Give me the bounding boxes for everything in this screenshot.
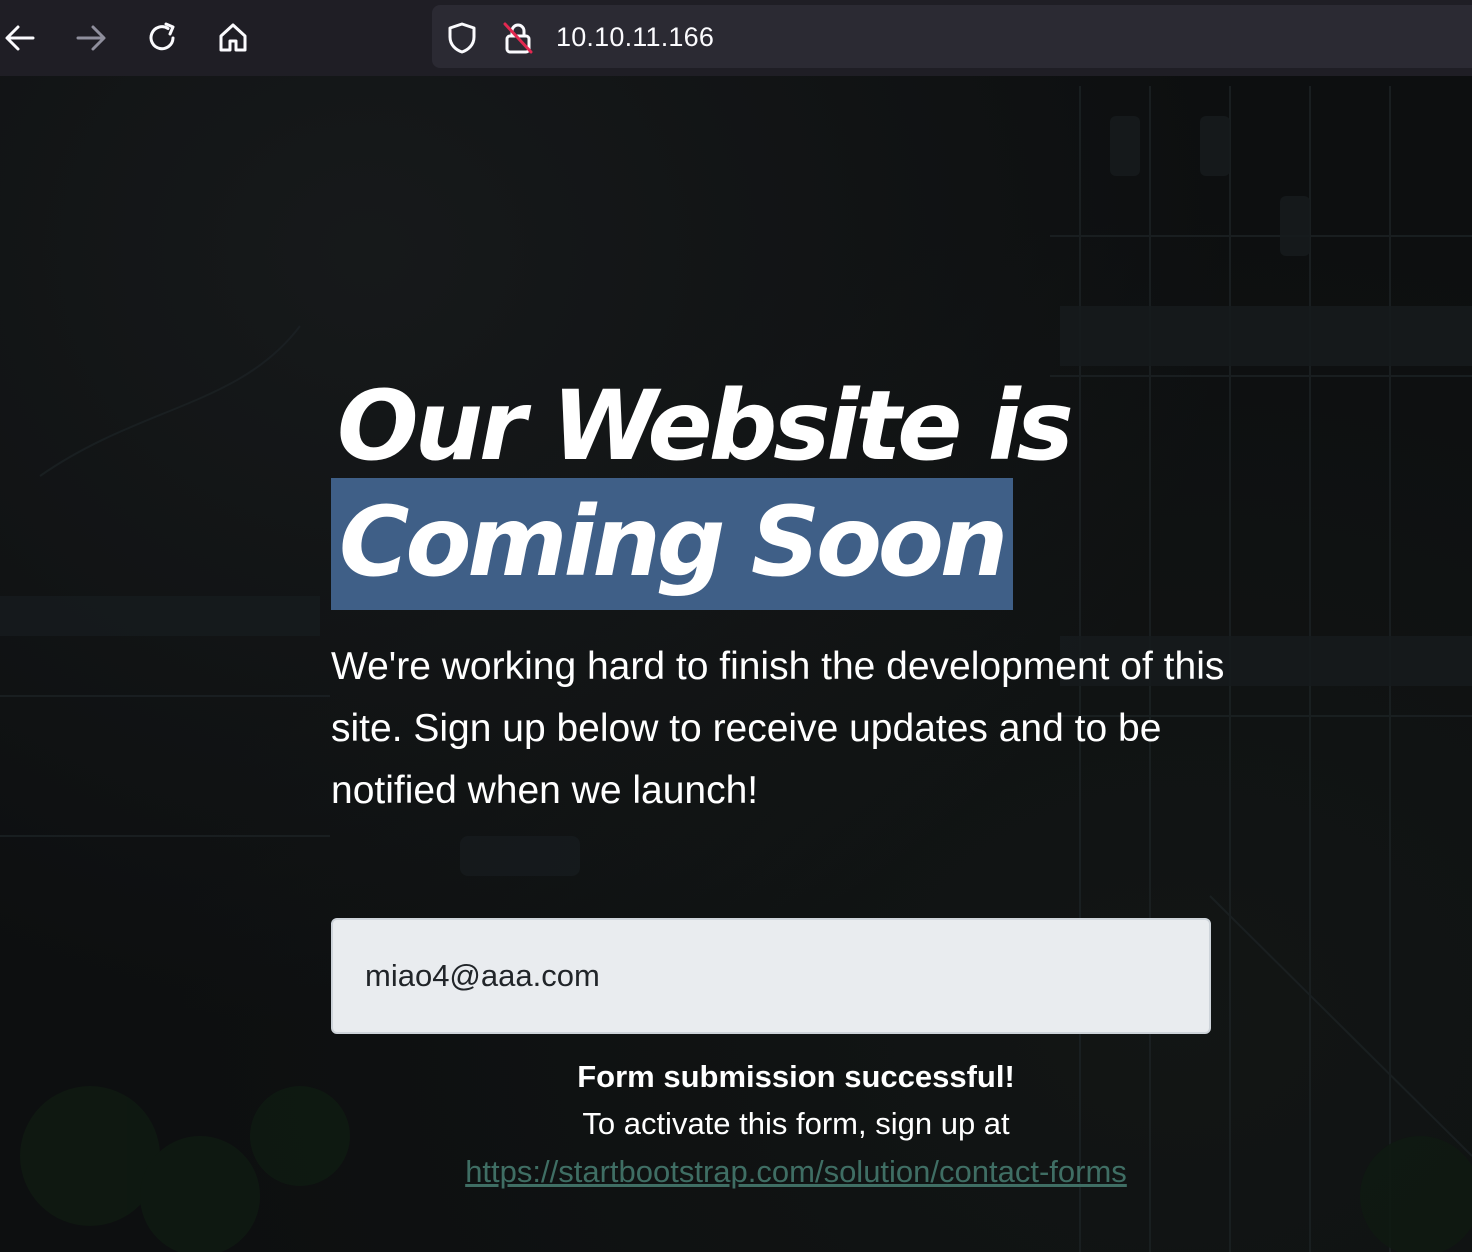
form-feedback: Form submission successful! To activate … [331,1054,1261,1196]
shield-icon[interactable] [446,21,478,55]
page-headline: Our Website is Coming Soon [331,368,1074,610]
home-button[interactable] [213,16,253,60]
lead-paragraph: We're working hard to finish the develop… [331,645,1225,812]
headline-line-1: Our Website is [337,370,1074,482]
email-input[interactable] [331,918,1211,1034]
home-icon [219,23,247,52]
url-text[interactable]: 10.10.11.166 [556,22,714,53]
page-viewport: Our Website is Coming Soon We're working… [0,76,1472,1252]
url-bar[interactable]: 10.10.11.166 [432,5,1472,68]
browser-toolbar: 10.10.11.166 [0,0,1472,76]
insecure-lock-icon[interactable] [502,21,534,55]
back-button[interactable] [0,16,40,60]
arrow-left-icon [5,25,35,51]
contact-forms-link[interactable]: https://startbootstrap.com/solution/cont… [465,1148,1127,1196]
forward-button[interactable] [71,16,111,60]
headline-line-2-highlighted: Coming Soon [331,478,1013,610]
success-message: Form submission successful! [577,1059,1015,1094]
activate-note: To activate this form, sign up at [582,1106,1010,1141]
reload-button[interactable] [142,16,182,60]
reload-icon [149,22,175,51]
arrow-right-icon [76,25,106,51]
